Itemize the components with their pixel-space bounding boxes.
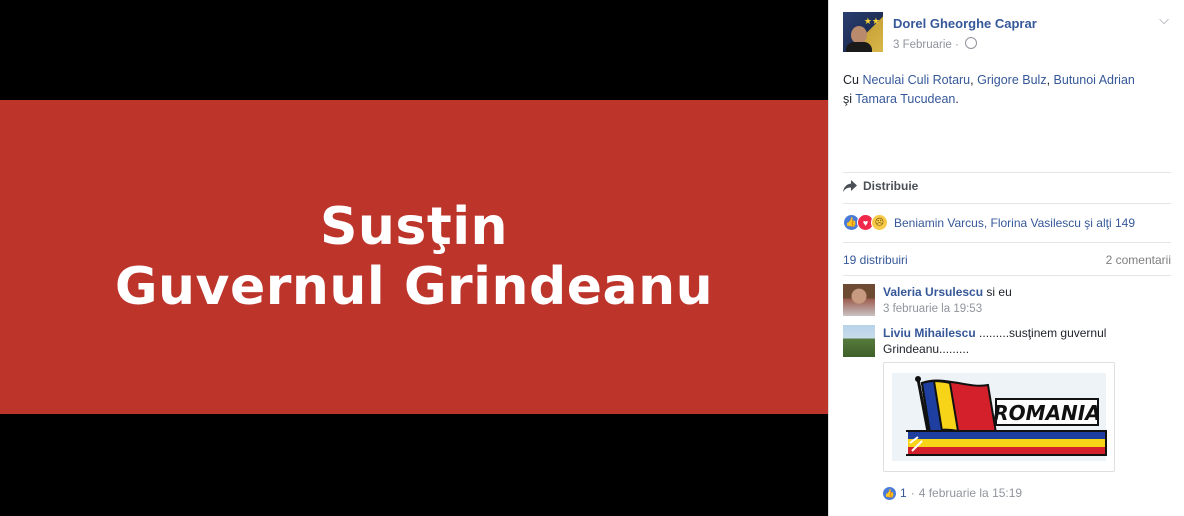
tag-link-4[interactable]: Tamara Tucudean bbox=[855, 92, 955, 106]
banner-line-2: Guvernul Grindeanu bbox=[114, 257, 714, 317]
comment-time[interactable]: 4 februarie la 15:19 bbox=[919, 486, 1022, 500]
post-text: Cu Neculai Culi Rotaru, Grigore Bulz, Bu… bbox=[843, 71, 1173, 109]
comment-footer: 👍 1 · 4 februarie la 15:19 bbox=[883, 486, 1022, 500]
reaction-names[interactable]: Beniamin Varcus, Florina Vasilescu şi al… bbox=[894, 216, 1135, 230]
footer-separator: · bbox=[910, 486, 915, 500]
comment-like-count[interactable]: 1 bbox=[900, 486, 907, 500]
banner-line-1: Susţin bbox=[319, 197, 509, 257]
romania-flag-patch: ROMANIA bbox=[892, 373, 1107, 461]
photo-viewer[interactable]: Susţin Guvernul Grindeanu bbox=[0, 0, 828, 516]
attachment-text: ROMANIA bbox=[993, 401, 1100, 425]
shares-count[interactable]: 19 distribuiri bbox=[843, 253, 908, 267]
reactions-summary[interactable]: 👍 ♥ ☹ Beniamin Varcus, Florina Vasilescu… bbox=[843, 214, 1135, 231]
meta-separator: · bbox=[955, 39, 959, 51]
commenter-name[interactable]: Valeria Ursulescu bbox=[883, 285, 983, 299]
share-label: Distribuie bbox=[863, 179, 919, 193]
post-text-prefix: Cu bbox=[843, 73, 863, 87]
comments-count[interactable]: 2 comentarii bbox=[1106, 253, 1171, 267]
post-date[interactable]: 3 Februarie bbox=[893, 39, 952, 51]
comment: Liviu Mihailescu .........susţinem guver… bbox=[843, 325, 1173, 365]
comment: Valeria Ursulescu si eu 3 februarie la 1… bbox=[843, 284, 1173, 320]
sad-icon: ☹ bbox=[871, 214, 888, 231]
post-stats: 19 distribuiri 2 comentarii bbox=[843, 253, 1171, 267]
post-header: ★★ Dorel Gheorghe Caprar 3 Februarie · ⌵ bbox=[843, 12, 1173, 56]
post-meta: 3 Februarie · bbox=[893, 37, 978, 51]
author-name[interactable]: Dorel Gheorghe Caprar bbox=[893, 16, 1037, 31]
divider bbox=[843, 172, 1171, 173]
commenter-avatar[interactable] bbox=[843, 325, 875, 357]
divider bbox=[843, 203, 1171, 204]
commenter-name[interactable]: Liviu Mihailescu bbox=[883, 326, 976, 340]
comment-attachment-image[interactable]: ROMANIA bbox=[883, 362, 1115, 472]
post-text-sep: , bbox=[1046, 73, 1054, 87]
photo-banner: Susţin Guvernul Grindeanu bbox=[0, 100, 828, 414]
globe-icon[interactable] bbox=[965, 37, 978, 49]
comment-body: Valeria Ursulescu si eu bbox=[883, 284, 1133, 300]
divider bbox=[843, 242, 1171, 243]
share-arrow-icon bbox=[843, 180, 857, 192]
tag-link-1[interactable]: Neculai Culi Rotaru bbox=[862, 73, 970, 87]
like-icon: 👍 bbox=[883, 486, 896, 500]
tag-link-3[interactable]: Butunoi Adrian bbox=[1054, 73, 1135, 87]
post-text-and: şi bbox=[843, 92, 853, 106]
commenter-avatar[interactable] bbox=[843, 284, 875, 316]
chevron-down-icon[interactable]: ⌵ bbox=[1159, 12, 1169, 28]
post-text-suffix: . bbox=[955, 92, 959, 106]
divider bbox=[843, 275, 1171, 276]
author-avatar[interactable]: ★★ bbox=[843, 12, 883, 52]
comment-body: Liviu Mihailescu .........susţinem guver… bbox=[883, 325, 1133, 357]
comment-text: si eu bbox=[983, 285, 1012, 299]
post-side-panel: ★★ Dorel Gheorghe Caprar 3 Februarie · ⌵… bbox=[828, 0, 1184, 516]
share-button[interactable]: Distribuie bbox=[843, 179, 918, 193]
tag-link-2[interactable]: Grigore Bulz bbox=[977, 73, 1046, 87]
comment-time[interactable]: 3 februarie la 19:53 bbox=[883, 303, 982, 315]
